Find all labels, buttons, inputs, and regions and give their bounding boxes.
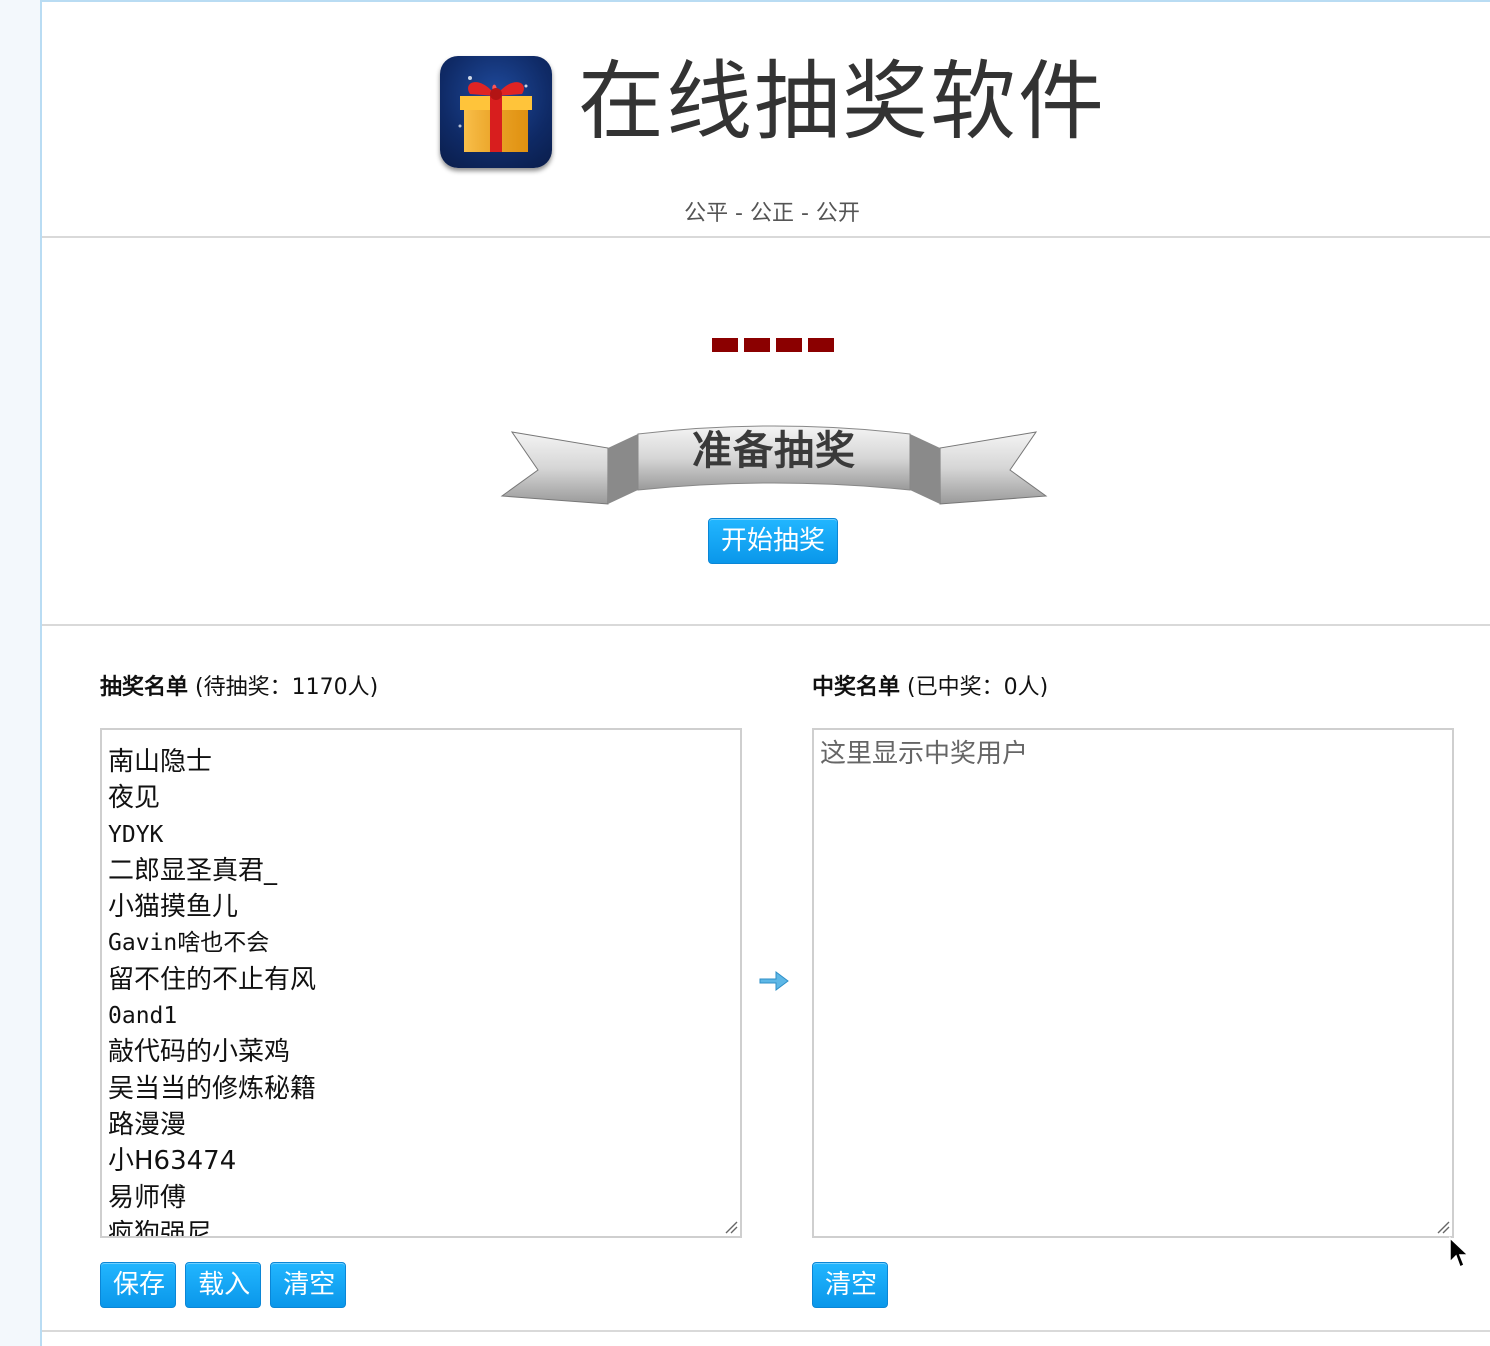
page-title: 在线抽奖软件 <box>578 52 1106 152</box>
candidate-name-item: 路漫漫 <box>108 1109 187 1140</box>
candidate-count: (待抽奖：1170人) <box>195 675 379 700</box>
banner-label: 准备抽奖 <box>692 428 856 474</box>
candidate-name-item: 0and1 <box>108 1003 178 1030</box>
candidate-name-item: YDYK <box>108 821 164 848</box>
candidate-name-item: 小H63474 <box>108 1146 237 1177</box>
gift-box-icon <box>440 56 552 168</box>
load-button[interactable]: 载入 <box>185 1262 262 1308</box>
mouse-pointer-icon <box>1449 1236 1470 1269</box>
header: 在线抽奖软件 公平 - 公正 - 公开 <box>42 2 1490 238</box>
lists-section: 抽奖名单 (待抽奖：1170人) ··· ··· ··· 南山隐士夜见 YDYK 二… <box>42 626 1490 1332</box>
candidate-name-item: Gavin啥也不会 <box>108 930 270 957</box>
start-draw-button[interactable]: 开始抽奖 <box>708 518 838 564</box>
candidate-name-item: 吴当当的修炼秘籍 <box>108 1073 317 1104</box>
candidate-name-item: 留不住的不止有风 <box>108 964 317 995</box>
page-subtitle: 公平 - 公正 - 公开 <box>684 201 860 226</box>
resize-grip-icon[interactable] <box>724 1220 738 1234</box>
display-block <box>808 338 834 352</box>
draw-area: 准备抽奖 开始抽奖 <box>42 238 1490 626</box>
winner-placeholder: 这里显示中奖用户 <box>820 739 1029 769</box>
candidate-name-item: 南山隐士 <box>108 747 213 777</box>
winner-count: (已中奖：0人) <box>907 675 1049 700</box>
candidate-textarea[interactable]: ··· ··· ··· 南山隐士夜见 YDYK 二郎显圣真君_ 小猫摸鱼儿 Gavin啥… <box>100 728 742 1238</box>
candidate-name-item: 疯狗强尼 <box>108 1218 213 1238</box>
candidate-name-item: 易师傅 <box>108 1182 187 1213</box>
candidate-names: ··· ··· ··· 南山隐士夜见 YDYK 二郎显圣真君_ 小猫摸鱼儿 Gavin啥… <box>108 730 317 1238</box>
draw-result-display <box>712 338 838 356</box>
candidate-name-item: 二郎显圣真君_ <box>108 855 278 886</box>
winner-list-title: 中奖名单 <box>812 675 901 700</box>
candidate-list-title: 抽奖名单 <box>100 675 189 700</box>
winner-actions: 清空 <box>812 1262 888 1308</box>
clear-winners-button[interactable]: 清空 <box>812 1262 888 1308</box>
partial-name: ··· ··· ··· <box>108 730 316 744</box>
winner-textarea[interactable]: 这里显示中奖用户 <box>812 728 1454 1238</box>
display-block <box>712 338 738 352</box>
candidate-actions: 保存 载入 清空 <box>100 1262 347 1308</box>
arrow-right-icon <box>759 971 789 991</box>
candidate-name-item: 敲代码的小菜鸡 <box>108 1037 291 1068</box>
candidate-list-heading: 抽奖名单 (待抽奖：1170人) <box>100 674 378 702</box>
save-button[interactable]: 保存 <box>100 1262 176 1308</box>
display-block <box>776 338 802 352</box>
candidate-name-item: 夜见 <box>108 783 161 814</box>
clear-candidates-button[interactable]: 清空 <box>270 1262 347 1308</box>
display-block <box>744 338 770 352</box>
winner-list-heading: 中奖名单 (已中奖：0人) <box>812 674 1048 702</box>
resize-grip-icon[interactable] <box>1436 1220 1450 1234</box>
candidate-name-item: 小猫摸鱼儿 <box>108 892 239 923</box>
lottery-page: 在线抽奖软件 公平 - 公正 - 公开 准备抽奖 开始抽奖 抽奖名单 (待抽奖：… <box>40 0 1490 1346</box>
